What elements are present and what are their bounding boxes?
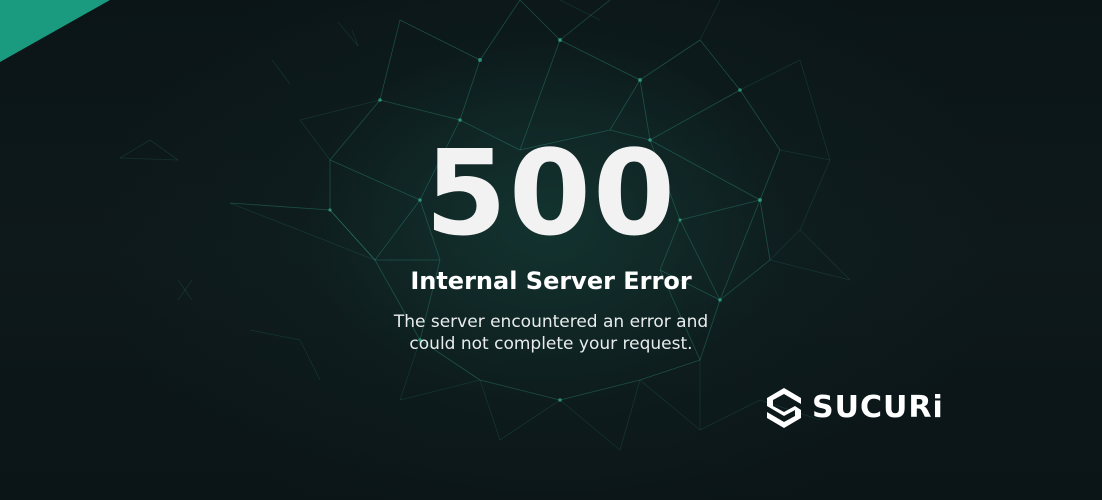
sucuri-shield-icon <box>767 388 801 428</box>
error-description: The server encountered an error and coul… <box>0 311 1102 355</box>
error-page: 500 Internal Server Error The server enc… <box>0 0 1102 500</box>
brand-name: SUCURi <box>812 390 944 425</box>
error-code: 500 <box>424 124 678 262</box>
sucuri-logo: SUCURi <box>764 386 944 430</box>
error-title: Internal Server Error <box>410 267 692 295</box>
error-description-line: could not complete your request. <box>409 334 693 354</box>
error-description-line: The server encountered an error and <box>393 312 709 332</box>
